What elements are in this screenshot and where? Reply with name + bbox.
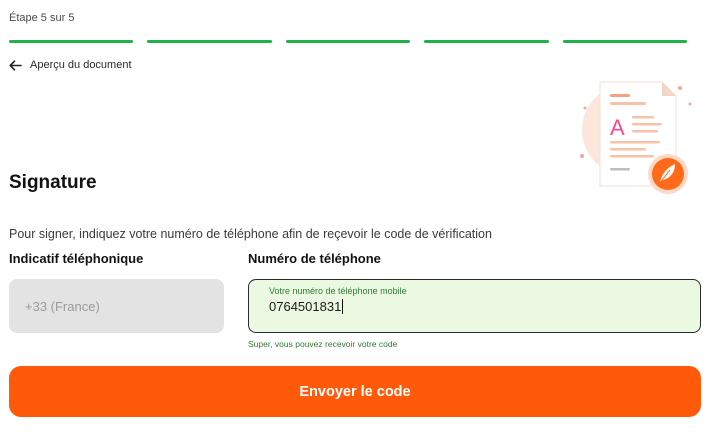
step-indicator-label: Étape 5 sur 5: [9, 12, 75, 24]
progress-segment: [147, 40, 272, 43]
progress-bar: [9, 40, 688, 43]
document-signature-illustration: A: [578, 78, 708, 198]
phone-number-input[interactable]: Votre numéro de téléphone mobile 0764501…: [248, 279, 701, 333]
country-code-label: Indicatif téléphonique: [9, 251, 144, 266]
phone-number-label: Numéro de téléphone: [248, 251, 381, 266]
progress-segment: [424, 40, 549, 43]
country-code-select[interactable]: +33 (France): [9, 279, 224, 333]
text-cursor: [342, 299, 344, 314]
instructions-text: Pour signer, indiquez votre numéro de té…: [9, 227, 492, 241]
page-title: Signature: [9, 172, 97, 193]
progress-segment: [9, 40, 134, 43]
illustration-letter: A: [610, 115, 625, 140]
progress-segment: [285, 40, 411, 43]
phone-number-value: 0764501831: [269, 299, 342, 314]
country-code-value: +33 (France): [25, 298, 100, 314]
send-code-button[interactable]: Envoyer le code: [9, 366, 701, 417]
phone-validation-message: Super, vous pouvez recevoir votre code: [248, 339, 398, 349]
arrow-left-icon: [9, 59, 22, 71]
back-link-label: Aperçu du document: [30, 59, 132, 71]
phone-floating-label: Votre numéro de téléphone mobile: [269, 286, 407, 296]
progress-segment: [562, 40, 688, 43]
back-to-document-preview-link[interactable]: Aperçu du document: [9, 59, 132, 71]
